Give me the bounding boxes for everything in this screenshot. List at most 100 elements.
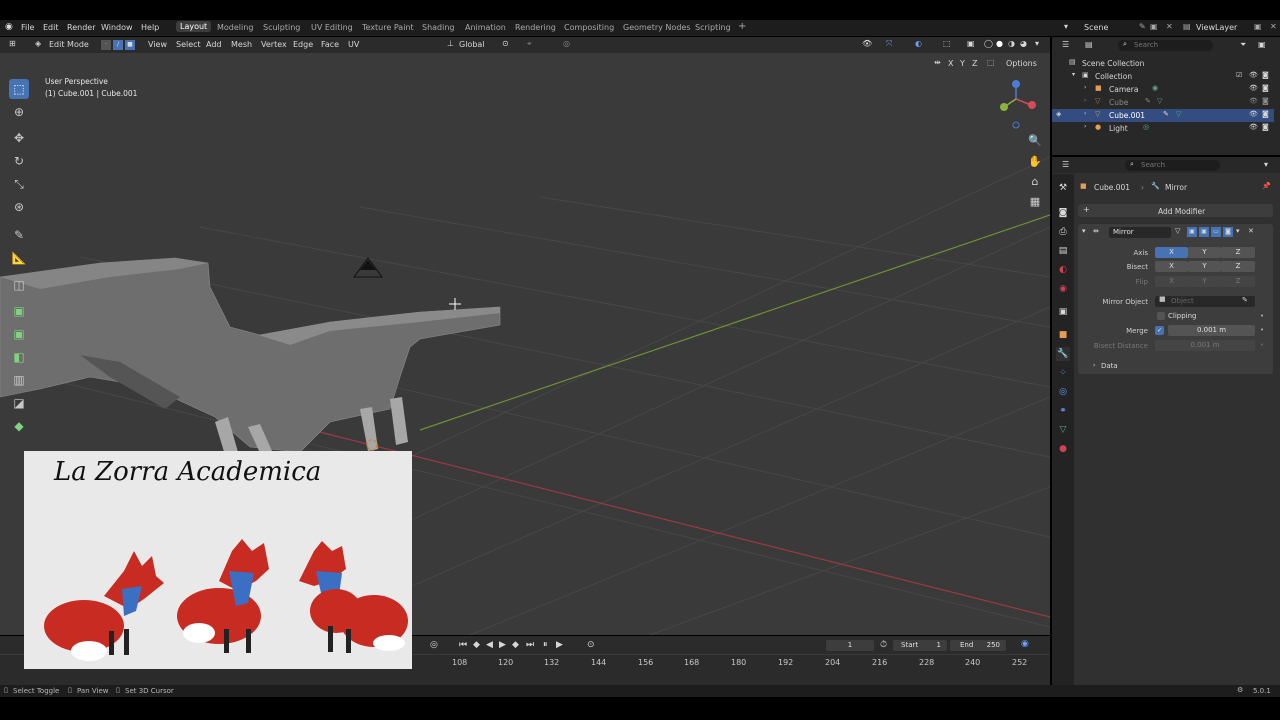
solid-shading-icon[interactable]: ●: [996, 40, 1003, 48]
properties-editor[interactable]: ☰ ⌕ Search ▾ ⚒ ◙ ⎙ ▤ ◐ ◉ ▣ ■ 🔧 ⁘ ◎ ⚭ ▽ ●…: [1052, 157, 1280, 685]
pin-icon[interactable]: 📌: [1262, 183, 1271, 190]
tab-output[interactable]: ⎙: [1056, 225, 1070, 239]
auto-merge-icon[interactable]: ⬚: [987, 59, 995, 67]
camera-render-icon[interactable]: ◙: [1262, 124, 1269, 131]
options-chevron-icon[interactable]: ▾: [1264, 161, 1268, 169]
select-box-tool[interactable]: ⬚: [9, 79, 29, 99]
bisect-z-toggle[interactable]: Z: [1221, 261, 1255, 272]
remove-modifier-icon[interactable]: ✕: [1248, 228, 1254, 235]
tab-rendering[interactable]: Rendering: [515, 23, 556, 32]
current-frame-field[interactable]: 1: [826, 640, 874, 651]
mirror-options-icon[interactable]: ⇹: [934, 59, 941, 67]
viewlayer-selector[interactable]: ViewLayer: [1196, 23, 1237, 32]
stopwatch-icon[interactable]: ⏱: [880, 641, 887, 650]
expand-arrow-icon[interactable]: ›: [1084, 111, 1086, 117]
tab-scripting[interactable]: Scripting: [695, 23, 731, 32]
menu-view[interactable]: View: [148, 40, 167, 49]
proportional-edit-icon[interactable]: ◎: [563, 40, 570, 48]
menu-edge[interactable]: Edge: [293, 40, 313, 49]
menu-uv[interactable]: UV: [348, 40, 359, 49]
camera-render-icon[interactable]: ◙: [1262, 111, 1269, 118]
mirror-object-field[interactable]: ■ Object: [1155, 296, 1255, 307]
visibility-icon[interactable]: 👁: [862, 40, 872, 48]
scale-tool[interactable]: ⤡: [9, 174, 29, 194]
delete-scene-icon[interactable]: ✕: [1166, 23, 1173, 31]
tab-material[interactable]: ●: [1056, 442, 1070, 456]
outliner-item-light[interactable]: › ● Light ◎ 👁 ◙: [1052, 122, 1274, 135]
modifier-menu-icon[interactable]: ▾: [1236, 228, 1240, 235]
expand-arrow-icon[interactable]: ›: [1084, 98, 1086, 104]
gizmo-toggle-icon[interactable]: ⤧: [886, 40, 892, 48]
play-icon[interactable]: ▶: [499, 641, 506, 650]
edit-cage-icon[interactable]: ▽: [1175, 228, 1180, 235]
outliner-scene-collection[interactable]: ▤ Scene Collection: [1052, 57, 1274, 70]
tab-collection[interactable]: ▣: [1056, 305, 1070, 319]
menu-window[interactable]: Window: [101, 23, 133, 32]
properties-search-input[interactable]: ⌕ Search: [1125, 160, 1220, 171]
start-frame-field[interactable]: Start 1: [893, 640, 947, 651]
animate-dot-icon[interactable]: •: [1260, 341, 1264, 349]
animate-dot-icon[interactable]: •: [1260, 326, 1264, 334]
tab-render[interactable]: ◙: [1056, 206, 1070, 220]
collapse-arrow-icon[interactable]: ▾: [1082, 228, 1086, 235]
blender-logo-icon[interactable]: ◉: [5, 23, 13, 32]
prev-keyframe-icon[interactable]: ◆: [473, 641, 480, 650]
eye-icon[interactable]: 👁: [1249, 124, 1258, 131]
tab-layout[interactable]: Layout: [176, 21, 212, 32]
menu-select[interactable]: Select: [176, 40, 201, 49]
ortho-toggle-button[interactable]: ▦: [1027, 194, 1043, 210]
outliner-item-cube-001[interactable]: ◈ › ▽ Cube.001 ✎ ▽ 👁 ◙: [1052, 109, 1274, 122]
menu-help[interactable]: Help: [141, 23, 159, 32]
tab-world[interactable]: ◉: [1056, 282, 1070, 296]
play-reverse-icon[interactable]: ◀: [486, 641, 493, 650]
move-tool[interactable]: ✥: [9, 128, 29, 148]
zoom-view-button[interactable]: 🔍: [1027, 133, 1043, 149]
timeline-view-icon[interactable]: ◉: [1021, 640, 1029, 649]
axis-y-toggle[interactable]: Y: [1188, 247, 1221, 258]
next-keyframe-icon[interactable]: ◆: [512, 641, 519, 650]
pan-view-button[interactable]: ✋: [1027, 154, 1043, 170]
menu-mesh[interactable]: Mesh: [231, 40, 252, 49]
checkbox-icon[interactable]: ☑: [1236, 72, 1242, 79]
orientation-selector[interactable]: Global: [459, 40, 485, 49]
knife-tool[interactable]: ◪: [9, 393, 29, 413]
mirror-axis-x[interactable]: X: [948, 59, 953, 68]
outliner-type-icon[interactable]: ☰: [1062, 41, 1069, 49]
transform-tool[interactable]: ⊛: [9, 197, 29, 217]
flip-y-toggle[interactable]: Y: [1188, 276, 1221, 287]
tab-animation[interactable]: Animation: [465, 23, 506, 32]
merge-distance-field[interactable]: 0.001 m: [1168, 325, 1255, 336]
play-forward-icon[interactable]: ▶: [556, 641, 563, 650]
add-cube-tool[interactable]: ◫: [9, 275, 29, 295]
inset-tool[interactable]: ▣: [9, 324, 29, 344]
navigation-gizmo[interactable]: [995, 77, 1040, 132]
render-toggle-icon[interactable]: ◙: [1223, 227, 1233, 237]
display-mode-icon[interactable]: ▤: [1085, 41, 1093, 49]
tab-compositing[interactable]: Compositing: [564, 23, 614, 32]
pause-icon[interactable]: ⏸: [543, 641, 548, 650]
tab-modeling[interactable]: Modeling: [217, 23, 253, 32]
rotate-tool[interactable]: ↻: [9, 151, 29, 171]
tab-shading[interactable]: Shading: [422, 23, 455, 32]
jump-end-icon[interactable]: ⏭: [526, 641, 534, 650]
tab-modifiers[interactable]: 🔧: [1056, 347, 1070, 361]
tab-scene[interactable]: ◐: [1056, 263, 1070, 277]
merge-checkbox[interactable]: ✓: [1155, 326, 1164, 335]
menu-vertex[interactable]: Vertex: [261, 40, 287, 49]
tab-object[interactable]: ■: [1056, 328, 1070, 342]
camera-render-icon[interactable]: ◙: [1262, 72, 1269, 79]
modifier-name-field[interactable]: Mirror: [1109, 227, 1171, 238]
outliner[interactable]: ☰ ▤ ⌕ Search ⏷ ▣ ▤ Scene Collection ▾ ▣ …: [1052, 37, 1280, 155]
face-select-icon[interactable]: ■: [125, 40, 135, 50]
annotate-tool[interactable]: ✎: [9, 225, 29, 245]
auto-keying-icon[interactable]: ⊙: [587, 641, 595, 650]
tab-uv-editing[interactable]: UV Editing: [311, 23, 353, 32]
scene-selector[interactable]: Scene: [1084, 23, 1108, 32]
end-frame-field[interactable]: End 250: [950, 640, 1006, 651]
outliner-item-cube[interactable]: › ▽ Cube ✎ ▽ 👁 ◙: [1052, 96, 1274, 109]
jump-start-icon[interactable]: ⏮: [459, 641, 467, 650]
menu-render[interactable]: Render: [67, 23, 95, 32]
mirror-axis-y[interactable]: Y: [960, 59, 965, 68]
xray-toggle-icon[interactable]: ▣: [967, 40, 975, 48]
pivot-icon[interactable]: ⊙: [502, 40, 509, 48]
